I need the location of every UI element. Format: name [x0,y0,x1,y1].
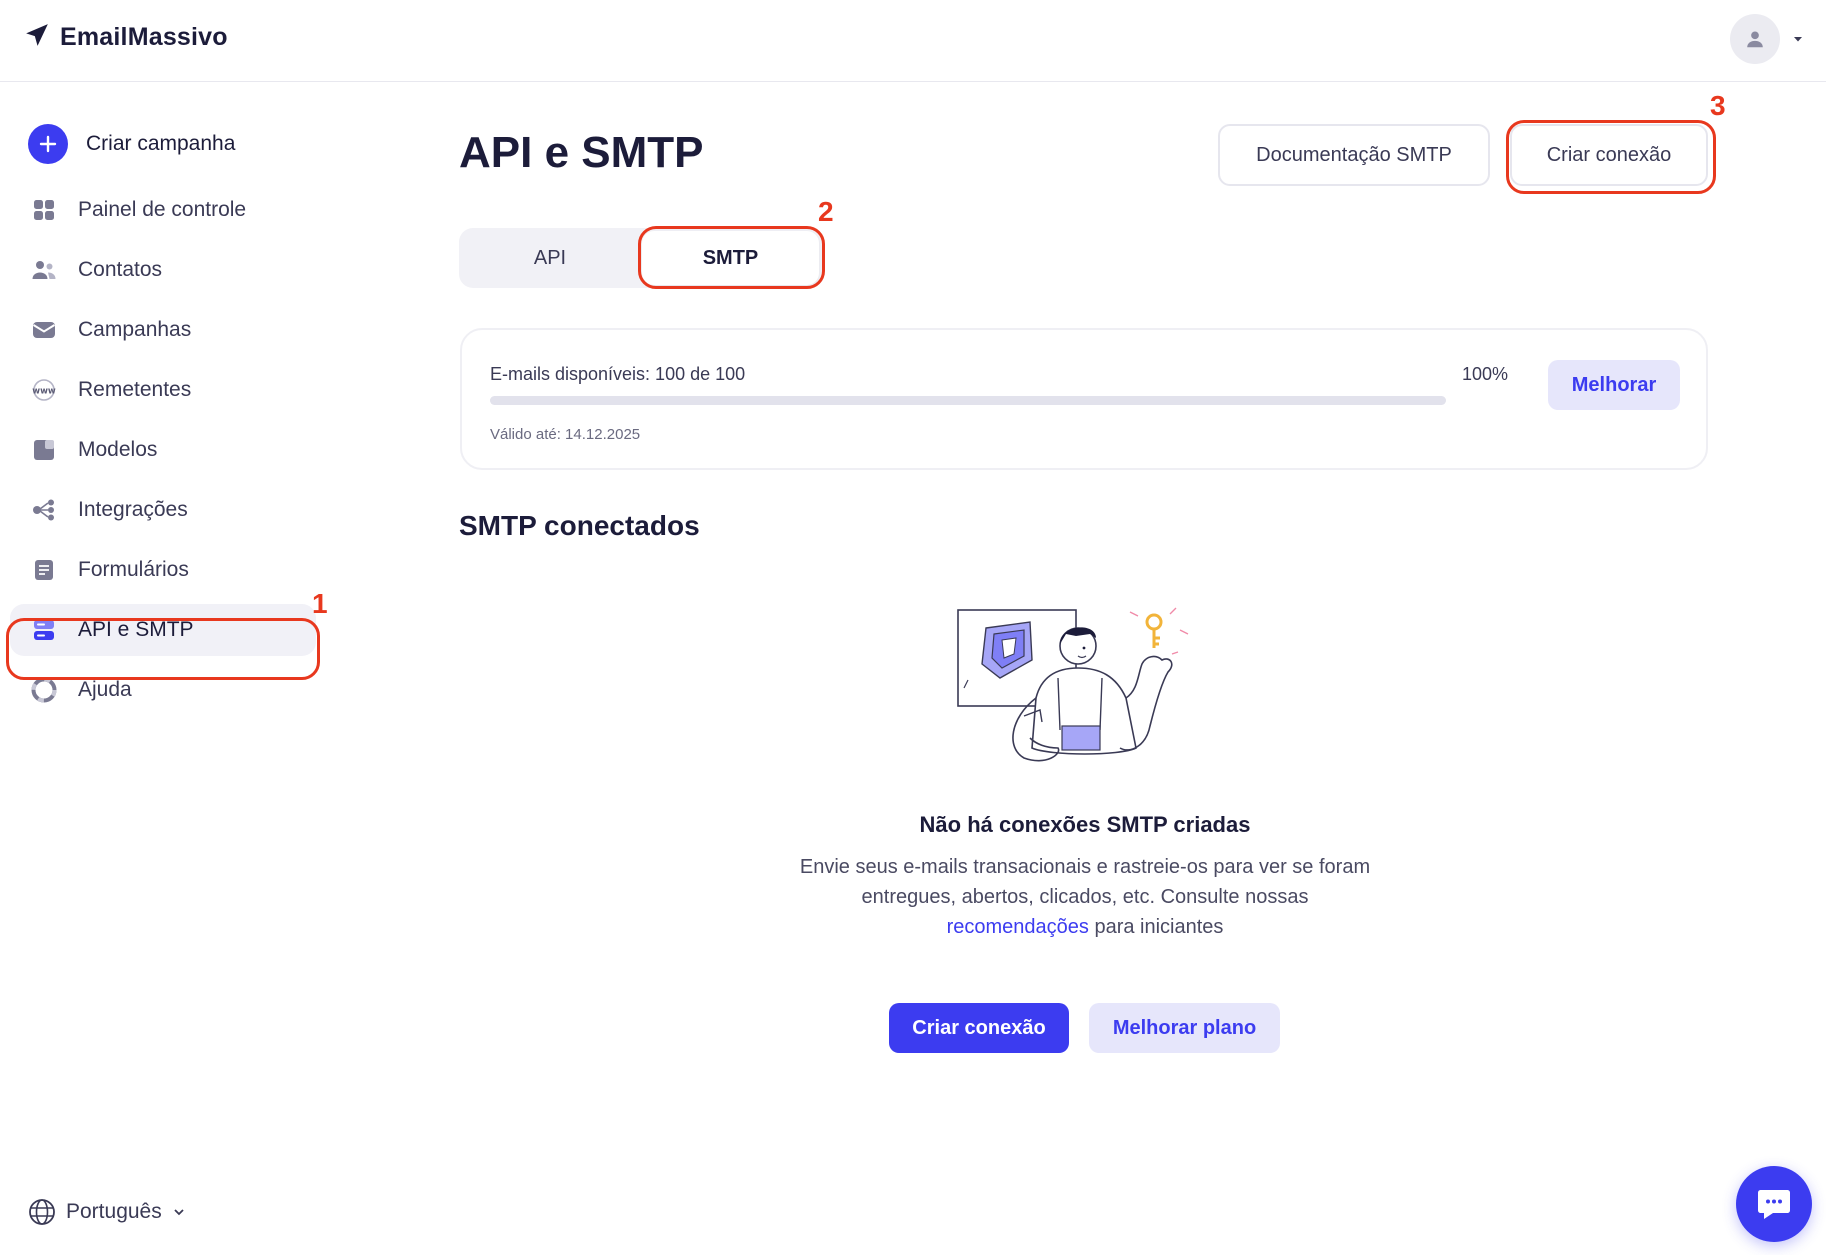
sidebar: Criar campanha Painel de controle Contat… [0,82,330,1255]
sidebar-item-label: Remetentes [78,378,192,401]
user-menu[interactable] [1730,14,1804,64]
recommendations-link[interactable]: recomendações [947,916,1089,938]
dashboard-icon [30,196,58,224]
empty-state-illustration [957,607,1189,762]
create-campaign-button[interactable]: Criar campanha [28,124,235,164]
sidebar-item-label: Painel de controle [78,198,247,221]
annotation-number: 1 [312,588,328,619]
smtp-docs-button[interactable]: Documentação SMTP [1218,124,1490,186]
integrations-icon [30,496,58,524]
tab-api[interactable]: API [459,228,641,288]
brand[interactable]: EmailMassivo [24,22,228,53]
plus-icon [28,124,68,164]
sidebar-item-label: Contatos [78,258,163,281]
create-campaign-label: Criar campanha [86,132,236,155]
brand-name: EmailMassivo [60,23,228,51]
upgrade-button[interactable]: Melhorar [1548,360,1680,410]
empty-state-description: Envie seus e-mails transacionais e rastr… [760,852,1410,942]
language-selector[interactable]: Português [28,1198,186,1226]
chat-bubble-icon [1758,1190,1790,1219]
top-bar: EmailMassivo [0,0,1826,82]
sidebar-item-templates[interactable]: Modelos [10,424,316,476]
language-label: Português [66,1200,162,1223]
section-title: SMTP conectados [459,510,700,541]
empty-state-title: Não há conexões SMTP criadas [919,812,1251,837]
sidebar-item-label: Modelos [78,438,158,461]
sidebar-item-help[interactable]: Ajuda [10,664,316,716]
server-icon [30,616,58,644]
sidebar-item-dashboard[interactable]: Painel de controle [10,184,316,236]
caret-down-icon [1794,37,1802,42]
globe-icon [29,1199,55,1225]
quota-progress-bar [490,396,1446,405]
upgrade-plan-button[interactable]: Melhorar plano [1089,1003,1280,1053]
chat-button[interactable] [1736,1166,1812,1242]
lifebuoy-icon [30,676,58,704]
forms-icon [30,556,58,584]
create-connection-button[interactable]: Criar conexão [889,1003,1069,1053]
sidebar-item-forms[interactable]: Formulários [10,544,316,596]
quota-progress-fill [490,396,1446,405]
sidebar-item-label: API e SMTP [78,618,194,641]
empty-desc-text: Envie seus e-mails transacionais e rastr… [799,856,1371,908]
quota-label: E-mails disponíveis: 100 de 100 [490,364,746,384]
chevron-down-icon [174,1209,184,1216]
empty-desc-text-end: para iniciantes [1094,916,1224,938]
annotation-number: 3 [1710,90,1726,121]
quota-valid-until: Válido até: 14.12.2025 [490,426,641,443]
sidebar-item-label: Campanhas [78,318,192,341]
create-connection-header-button[interactable]: Criar conexão [1510,124,1708,186]
www-icon: www [30,376,58,404]
contacts-icon [30,256,58,284]
user-icon [1747,31,1763,48]
sidebar-item-label: Formulários [78,558,189,581]
api-smtp-tabs: API SMTP [459,228,824,288]
sidebar-item-campaigns[interactable]: Campanhas [10,304,316,356]
sidebar-item-senders[interactable]: www Remetentes [10,364,316,416]
avatar[interactable] [1730,14,1780,64]
page-title: API e SMTP [459,128,704,177]
annotation-number: 2 [818,196,834,227]
sidebar-item-api-smtp[interactable]: API e SMTP [10,604,316,656]
tab-smtp[interactable]: SMTP [642,231,819,285]
quota-percent: 100% [1461,364,1508,384]
sidebar-item-label: Integrações [78,498,188,521]
sidebar-item-contacts[interactable]: Contatos [10,244,316,296]
svg-text:www: www [32,387,56,397]
sidebar-item-integrations[interactable]: Integrações [10,484,316,536]
sidebar-item-label: Ajuda [78,678,132,701]
templates-icon [30,436,58,464]
campaigns-icon [30,316,58,344]
email-quota-card: E-mails disponíveis: 100 de 100 100% Vál… [460,328,1708,470]
paper-plane-icon [24,22,50,53]
